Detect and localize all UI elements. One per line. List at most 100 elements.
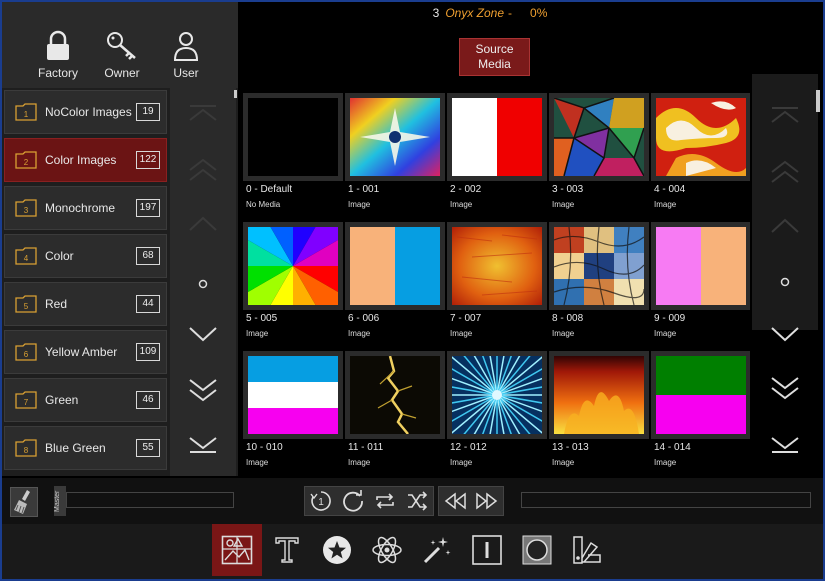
tab-color[interactable] bbox=[562, 524, 612, 576]
double-chevron-up-icon bbox=[771, 160, 799, 183]
media-type: Image bbox=[654, 329, 677, 338]
media-item[interactable]: 0 - Default No Media bbox=[243, 93, 343, 217]
folder-item[interactable]: 2 Color Images 122 bbox=[4, 138, 167, 182]
media-scroll-up-button[interactable] bbox=[752, 216, 818, 246]
double-triangle-right-icon bbox=[476, 492, 498, 510]
scroll-page-down-button[interactable] bbox=[170, 378, 236, 408]
folder-count: 68 bbox=[136, 247, 160, 265]
tab-particles[interactable] bbox=[362, 524, 412, 576]
media-thumbnail bbox=[554, 356, 644, 434]
tab-bar-effect[interactable] bbox=[462, 524, 512, 576]
media-thumbnail-frame bbox=[651, 93, 750, 181]
play-once-icon: 1 bbox=[310, 491, 331, 511]
folder-icon: 5 bbox=[15, 295, 37, 313]
media-label: 5 - 005 bbox=[246, 313, 278, 324]
media-item[interactable]: 7 - 007 Image bbox=[447, 222, 547, 346]
chevron-top-icon bbox=[189, 105, 217, 121]
master-slider[interactable] bbox=[66, 492, 234, 508]
folder-scrollbar[interactable] bbox=[234, 90, 237, 98]
scroll-top-button[interactable] bbox=[170, 104, 236, 134]
zone-header: 3 Onyx Zone - 0% bbox=[240, 6, 740, 26]
media-scroll-center-button[interactable] bbox=[752, 272, 818, 302]
folder-item[interactable]: 6 Yellow Amber 109 bbox=[4, 330, 167, 374]
folder-item[interactable]: 3 Monochrome 197 bbox=[4, 186, 167, 230]
folder-icon: 8 bbox=[15, 439, 37, 457]
media-scroll-top-button[interactable] bbox=[752, 106, 818, 136]
tab-text[interactable] bbox=[262, 524, 312, 576]
media-item[interactable]: 6 - 006 Image bbox=[345, 222, 445, 346]
folder-count: 109 bbox=[136, 343, 160, 361]
library-owner[interactable]: Owner bbox=[90, 30, 154, 88]
chevron-bottom-icon bbox=[771, 437, 799, 453]
media-type: Image bbox=[552, 458, 575, 467]
source-media-button[interactable]: Source Media bbox=[459, 38, 530, 76]
bounce-button[interactable] bbox=[369, 486, 401, 516]
folder-item[interactable]: 5 Red 44 bbox=[4, 282, 167, 326]
folder-item[interactable]: 7 Green 46 bbox=[4, 378, 167, 422]
folder-name: NoColor Images bbox=[45, 105, 132, 119]
media-thumbnail-frame bbox=[345, 222, 445, 310]
double-chevron-up-icon bbox=[189, 158, 217, 181]
shuffle-button[interactable] bbox=[401, 486, 433, 516]
media-thumbnail bbox=[452, 356, 542, 434]
media-item[interactable]: 4 - 004 Image bbox=[651, 93, 750, 217]
media-item[interactable]: 2 - 002 Image bbox=[447, 93, 547, 217]
media-thumbnail bbox=[248, 98, 338, 176]
tab-media[interactable] bbox=[212, 524, 262, 576]
library-selector: Factory Owner User bbox=[2, 2, 238, 88]
scroll-down-button[interactable] bbox=[170, 324, 236, 354]
master-label: Master bbox=[54, 486, 66, 516]
speed-slider[interactable] bbox=[521, 492, 811, 508]
folder-icon: 2 bbox=[15, 151, 37, 169]
media-item[interactable]: 13 - 013 Image bbox=[549, 351, 649, 475]
media-thumbnail bbox=[656, 227, 746, 305]
chevron-top-icon bbox=[771, 107, 799, 123]
folder-item[interactable]: 4 Color 68 bbox=[4, 234, 167, 278]
media-scroll-bottom-button[interactable] bbox=[752, 434, 818, 464]
scroll-up-button[interactable] bbox=[170, 214, 236, 244]
tab-effects[interactable] bbox=[412, 524, 462, 576]
play-once-button[interactable]: 1 bbox=[305, 486, 337, 516]
folder-number: 6 bbox=[24, 350, 29, 359]
user-icon bbox=[173, 32, 199, 61]
media-item[interactable]: 12 - 012 Image bbox=[447, 351, 547, 475]
scroll-page-up-button[interactable] bbox=[170, 158, 236, 188]
media-scroll-page-up-button[interactable] bbox=[752, 160, 818, 190]
loop-button[interactable] bbox=[337, 486, 369, 516]
media-thumbnail bbox=[248, 356, 338, 434]
media-icon bbox=[221, 535, 253, 565]
media-item[interactable]: 11 - 011 Image bbox=[345, 351, 445, 475]
play-forward-button[interactable] bbox=[471, 486, 503, 516]
scroll-center-button[interactable] bbox=[170, 274, 236, 304]
folder-name: Red bbox=[45, 297, 68, 311]
library-factory[interactable]: Factory bbox=[26, 30, 90, 88]
media-thumbnail bbox=[554, 227, 644, 305]
media-item[interactable]: 3 - 003 Image bbox=[549, 93, 649, 217]
scroll-bottom-button[interactable] bbox=[170, 434, 236, 464]
folder-item[interactable]: 8 Blue Green 55 bbox=[4, 426, 167, 470]
media-item[interactable]: 1 - 001 Image bbox=[345, 93, 445, 217]
color-palette-icon bbox=[573, 536, 601, 564]
media-thumbnail-frame bbox=[549, 351, 649, 439]
play-reverse-button[interactable] bbox=[439, 486, 471, 516]
media-thumbnail-frame bbox=[243, 222, 343, 310]
media-thumbnail-frame bbox=[549, 222, 649, 310]
media-item[interactable]: 8 - 008 Image bbox=[549, 222, 649, 346]
media-scroll-page-down-button[interactable] bbox=[752, 376, 818, 406]
folder-name: Blue Green bbox=[45, 441, 106, 455]
media-item[interactable]: 9 - 009 Image bbox=[651, 222, 750, 346]
media-item[interactable]: 10 - 010 Image bbox=[243, 351, 343, 475]
zone-percent: 0% bbox=[530, 6, 548, 20]
media-label: 10 - 010 bbox=[246, 442, 283, 453]
media-type: Image bbox=[450, 200, 473, 209]
tab-shapes[interactable] bbox=[312, 524, 362, 576]
media-item[interactable]: 5 - 005 Image bbox=[243, 222, 343, 346]
chevron-up-icon bbox=[189, 216, 217, 231]
library-user[interactable]: User bbox=[154, 30, 218, 88]
media-scroll-down-button[interactable] bbox=[752, 324, 818, 354]
media-item[interactable]: 14 - 014 Image bbox=[651, 351, 750, 475]
clear-button[interactable] bbox=[10, 487, 38, 517]
folder-item[interactable]: 1 NoColor Images 19 bbox=[4, 90, 167, 134]
tab-mask[interactable] bbox=[512, 524, 562, 576]
media-label: 13 - 013 bbox=[552, 442, 589, 453]
